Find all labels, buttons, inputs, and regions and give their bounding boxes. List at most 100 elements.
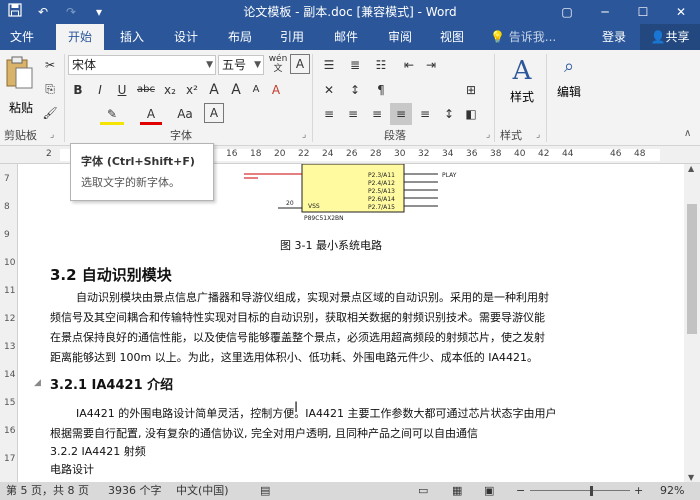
increase-indent-icon[interactable]: ⇥ (420, 54, 442, 76)
styles-launcher-icon[interactable]: ⌟ (536, 130, 540, 140)
font-color-icon[interactable]: A (140, 103, 162, 125)
show-marks-icon[interactable]: ¶ (370, 79, 392, 101)
scrollbar-thumb[interactable] (687, 204, 697, 334)
tab-references[interactable]: 引用 (270, 24, 314, 50)
highlight-color-icon[interactable]: ✎ (100, 103, 124, 125)
paragraph-line: 3.2.2 IA4421 射频 (50, 445, 146, 458)
enclose-characters-icon[interactable]: A (290, 54, 310, 74)
ruler-tick-label: 16 (226, 149, 238, 159)
paragraph-launcher-icon[interactable]: ⌟ (486, 130, 490, 140)
styles-label: 样式 (509, 90, 534, 104)
bold-button[interactable]: B (68, 79, 88, 101)
print-layout-icon[interactable]: ▦ (452, 482, 462, 500)
ribbon-display-options-icon[interactable]: ▢ (548, 0, 586, 24)
web-layout-icon[interactable]: ▣ (484, 482, 494, 500)
minimize-icon[interactable]: ─ (586, 0, 624, 24)
paragraph-line: IA4421 的外围电路设计简单灵活，控制方便。IA4421 主要工作参数大都可… (76, 407, 557, 420)
tab-file[interactable]: 文件 (0, 24, 44, 50)
format-painter-icon[interactable]: 🖌 (40, 102, 60, 124)
tab-home[interactable]: 开始 (56, 24, 104, 50)
distributed-icon[interactable]: ≡ (414, 103, 436, 125)
change-case-button[interactable]: Aa (172, 103, 198, 125)
bullets-icon[interactable]: ☰ (318, 54, 340, 76)
align-right-icon[interactable]: ≡ (366, 103, 388, 125)
font-size-combo[interactable]: 五号 ▼ (218, 55, 264, 75)
clear-formatting-button[interactable]: A (266, 79, 286, 101)
shading-icon[interactable]: ◧ (460, 103, 482, 125)
copy-icon[interactable]: ⎘ (40, 78, 60, 100)
chinese-layout-icon[interactable]: ✕ (318, 79, 340, 101)
styles-button[interactable]: A 样式 (502, 56, 542, 118)
italic-button[interactable]: I (90, 79, 110, 101)
tab-design[interactable]: 设计 (164, 24, 208, 50)
window-title: 论文模板 - 副本.doc [兼容模式] - Word (243, 5, 457, 19)
multilevel-list-icon[interactable]: ☷ (370, 54, 392, 76)
sign-in-link[interactable]: 登录 (602, 24, 626, 50)
collapse-heading-icon[interactable]: ◢ (34, 378, 41, 388)
zoom-in-icon[interactable]: + (634, 482, 643, 500)
numbering-icon[interactable]: ≣ (344, 54, 366, 76)
align-center-icon[interactable]: ≡ (342, 103, 364, 125)
clipboard-launcher-icon[interactable]: ⌟ (50, 130, 54, 140)
zoom-slider-thumb[interactable] (590, 486, 593, 496)
read-mode-icon[interactable]: ▭ (418, 482, 428, 500)
font-name-combo[interactable]: 宋体 ▼ (68, 55, 216, 75)
justify-icon[interactable]: ≡ (390, 103, 412, 125)
word-count[interactable]: 3936 个字 (108, 482, 162, 500)
tab-insert[interactable]: 插入 (110, 24, 154, 50)
share-button[interactable]: 👤共享 (640, 24, 700, 50)
text-cursor-icon: I (294, 400, 299, 416)
save-icon[interactable] (4, 3, 26, 21)
sort-icon[interactable]: ↕ (344, 79, 366, 101)
subscript-button[interactable]: x₂ (160, 79, 180, 101)
ruler-tick-label: 18 (250, 149, 262, 159)
tell-me-placeholder: 告诉我... (508, 30, 557, 44)
pin-label: P2.5/A13 (368, 188, 395, 195)
paste-button[interactable]: 粘贴 (4, 56, 38, 118)
grow-font-button[interactable]: A (226, 79, 246, 101)
customize-toolbar-icon[interactable]: ▾ (88, 3, 110, 21)
tab-layout[interactable]: 布局 (218, 24, 262, 50)
page-count[interactable]: 第 5 页，共 8 页 (6, 482, 89, 500)
chip-label: P89C51X2BN (304, 215, 344, 222)
zoom-level[interactable]: 92% (660, 482, 684, 500)
ruler-tick-label: 42 (538, 149, 550, 159)
scroll-up-icon[interactable]: ▲ (688, 164, 694, 173)
ruler-tick-label: 36 (466, 149, 478, 159)
borders-icon[interactable]: ⊞ (460, 79, 482, 101)
tab-view[interactable]: 视图 (430, 24, 474, 50)
tell-me-box[interactable]: 💡 告诉我... (490, 24, 556, 50)
shrink-font-button[interactable]: A (246, 79, 266, 101)
maximize-icon[interactable]: ☐ (624, 0, 662, 24)
underline-button[interactable]: U (112, 79, 132, 101)
undo-icon[interactable]: ↶ (32, 3, 54, 21)
document-page[interactable]: P2.3/A11 P2.4/A12 P2.5/A13 P2.6/A14 P2.7… (18, 164, 684, 482)
phonetic-guide-button[interactable]: wén 文 (266, 54, 290, 76)
editing-button[interactable]: ⌕ 编辑 (552, 56, 586, 118)
font-launcher-icon[interactable]: ⌟ (302, 130, 306, 140)
vruler-tick-label: 13 (4, 342, 16, 352)
quick-access-toolbar: ↶ ↷ ▾ (4, 3, 110, 21)
character-border-icon[interactable]: A (204, 103, 224, 123)
lightbulb-icon: 💡 (490, 30, 505, 44)
chevron-down-icon: ▼ (206, 60, 213, 70)
align-left-icon[interactable]: ≡ (318, 103, 340, 125)
language[interactable]: 中文(中国) (176, 482, 229, 500)
scroll-down-icon[interactable]: ▼ (688, 473, 694, 482)
text-effects-icon[interactable]: A (204, 79, 224, 101)
collapse-ribbon-icon[interactable]: ∧ (684, 128, 691, 139)
line-spacing-icon[interactable]: ↕ (438, 103, 460, 125)
redo-icon[interactable]: ↷ (60, 3, 82, 21)
vertical-scrollbar[interactable]: ▲ ▼ (684, 164, 700, 482)
strikethrough-button[interactable]: abc (134, 79, 158, 101)
zoom-out-icon[interactable]: − (516, 482, 525, 500)
zoom-slider[interactable] (530, 490, 630, 491)
superscript-button[interactable]: x² (182, 79, 202, 101)
ruler-tick-label: 24 (322, 149, 334, 159)
close-icon[interactable]: ✕ (662, 0, 700, 24)
decrease-indent-icon[interactable]: ⇤ (398, 54, 420, 76)
macro-icon[interactable]: ▤ (260, 482, 270, 500)
cut-icon[interactable]: ✂ (40, 54, 60, 76)
tab-mailings[interactable]: 邮件 (324, 24, 368, 50)
tab-review[interactable]: 审阅 (378, 24, 422, 50)
